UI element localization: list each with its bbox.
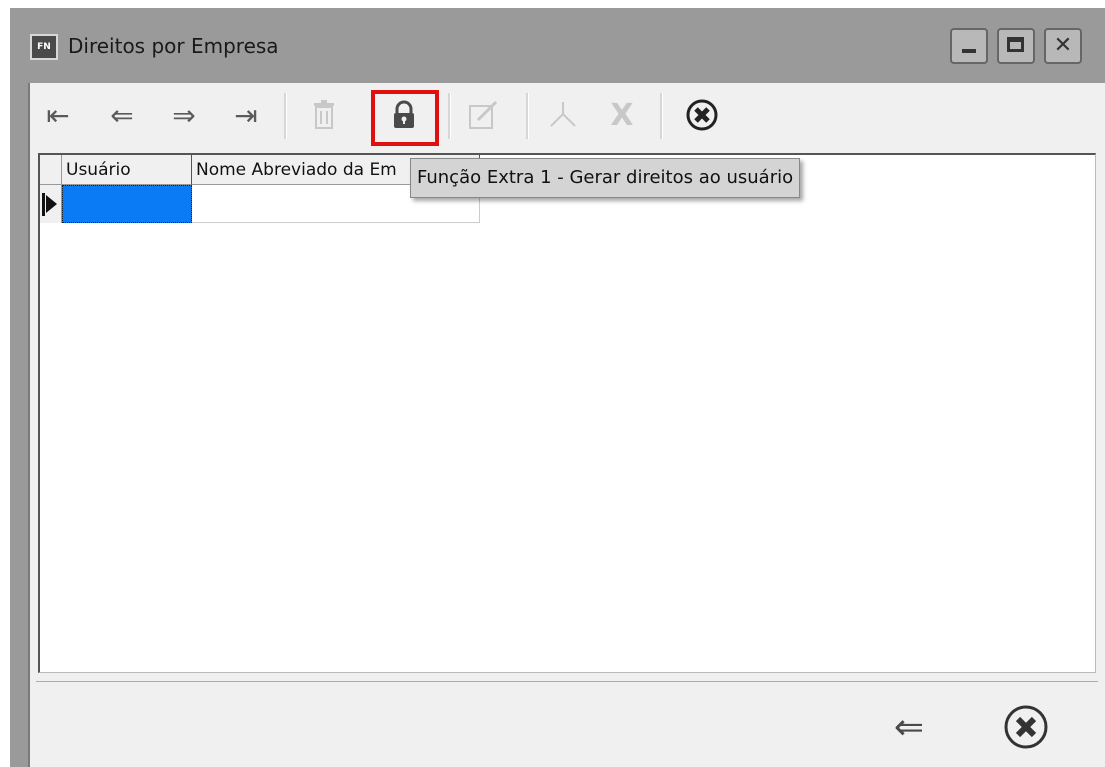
circle-x-icon xyxy=(686,99,718,131)
edit-icon xyxy=(469,100,498,129)
bottom-bar: ⇐ xyxy=(36,681,1098,763)
column-header-usuario[interactable]: Usuário xyxy=(62,155,192,185)
row-indicator xyxy=(40,185,62,223)
first-record-button[interactable]: ⇤ xyxy=(38,95,78,135)
toolbar-separator xyxy=(284,93,287,139)
previous-record-button[interactable]: ⇐ xyxy=(102,95,142,135)
close-button[interactable] xyxy=(682,95,722,135)
toolbar-separator xyxy=(526,93,529,139)
title-bar[interactable]: FN Direitos por Empresa ✕ xyxy=(10,8,1105,83)
back-button[interactable]: ⇐ xyxy=(884,702,934,752)
grid-cell-usuario[interactable] xyxy=(62,185,192,223)
maximize-button[interactable] xyxy=(997,28,1035,64)
last-record-button[interactable]: ⇥ xyxy=(226,95,266,135)
minimize-icon xyxy=(962,49,976,53)
edit-button[interactable] xyxy=(464,95,504,135)
cancel-button[interactable] xyxy=(1001,702,1051,752)
app-icon: FN xyxy=(30,34,58,60)
toolbar-separator xyxy=(660,93,663,139)
next-record-button[interactable]: ⇒ xyxy=(164,95,204,135)
back-arrow-icon: ⇐ xyxy=(893,706,925,748)
data-grid[interactable]: Usuário Nome Abreviado da Em xyxy=(38,153,1096,673)
tooltip: Função Extra 1 - Gerar direitos ao usuár… xyxy=(410,158,801,198)
main-window: FN Direitos por Empresa ✕ ⇤ ⇐ ⇒ ⇥ X Usuá… xyxy=(10,8,1105,767)
close-icon: ✕ xyxy=(1053,33,1073,58)
toolbar-separator xyxy=(448,93,451,139)
grid-header-corner xyxy=(40,155,62,185)
window-frame-left xyxy=(10,83,28,767)
cancel-edit-button[interactable]: X xyxy=(602,95,642,135)
delete-button[interactable] xyxy=(304,95,344,135)
confirm-button[interactable] xyxy=(544,95,584,135)
maximize-icon xyxy=(1007,37,1024,52)
trash-icon xyxy=(314,100,334,129)
first-record-icon: ⇤ xyxy=(46,98,70,132)
previous-record-icon: ⇐ xyxy=(110,98,134,132)
circle-x-icon xyxy=(1004,705,1048,749)
minimize-button[interactable] xyxy=(950,28,988,64)
last-record-icon: ⇥ xyxy=(234,98,258,132)
check-icon xyxy=(550,102,576,127)
next-record-icon: ⇒ xyxy=(172,98,196,132)
x-icon: X xyxy=(610,97,634,133)
current-row-icon xyxy=(46,195,57,213)
highlight-box xyxy=(371,90,439,146)
window-title: Direitos por Empresa xyxy=(68,34,279,58)
toolbar: ⇤ ⇐ ⇒ ⇥ X xyxy=(36,85,1096,151)
close-window-button[interactable]: ✕ xyxy=(1044,28,1082,64)
